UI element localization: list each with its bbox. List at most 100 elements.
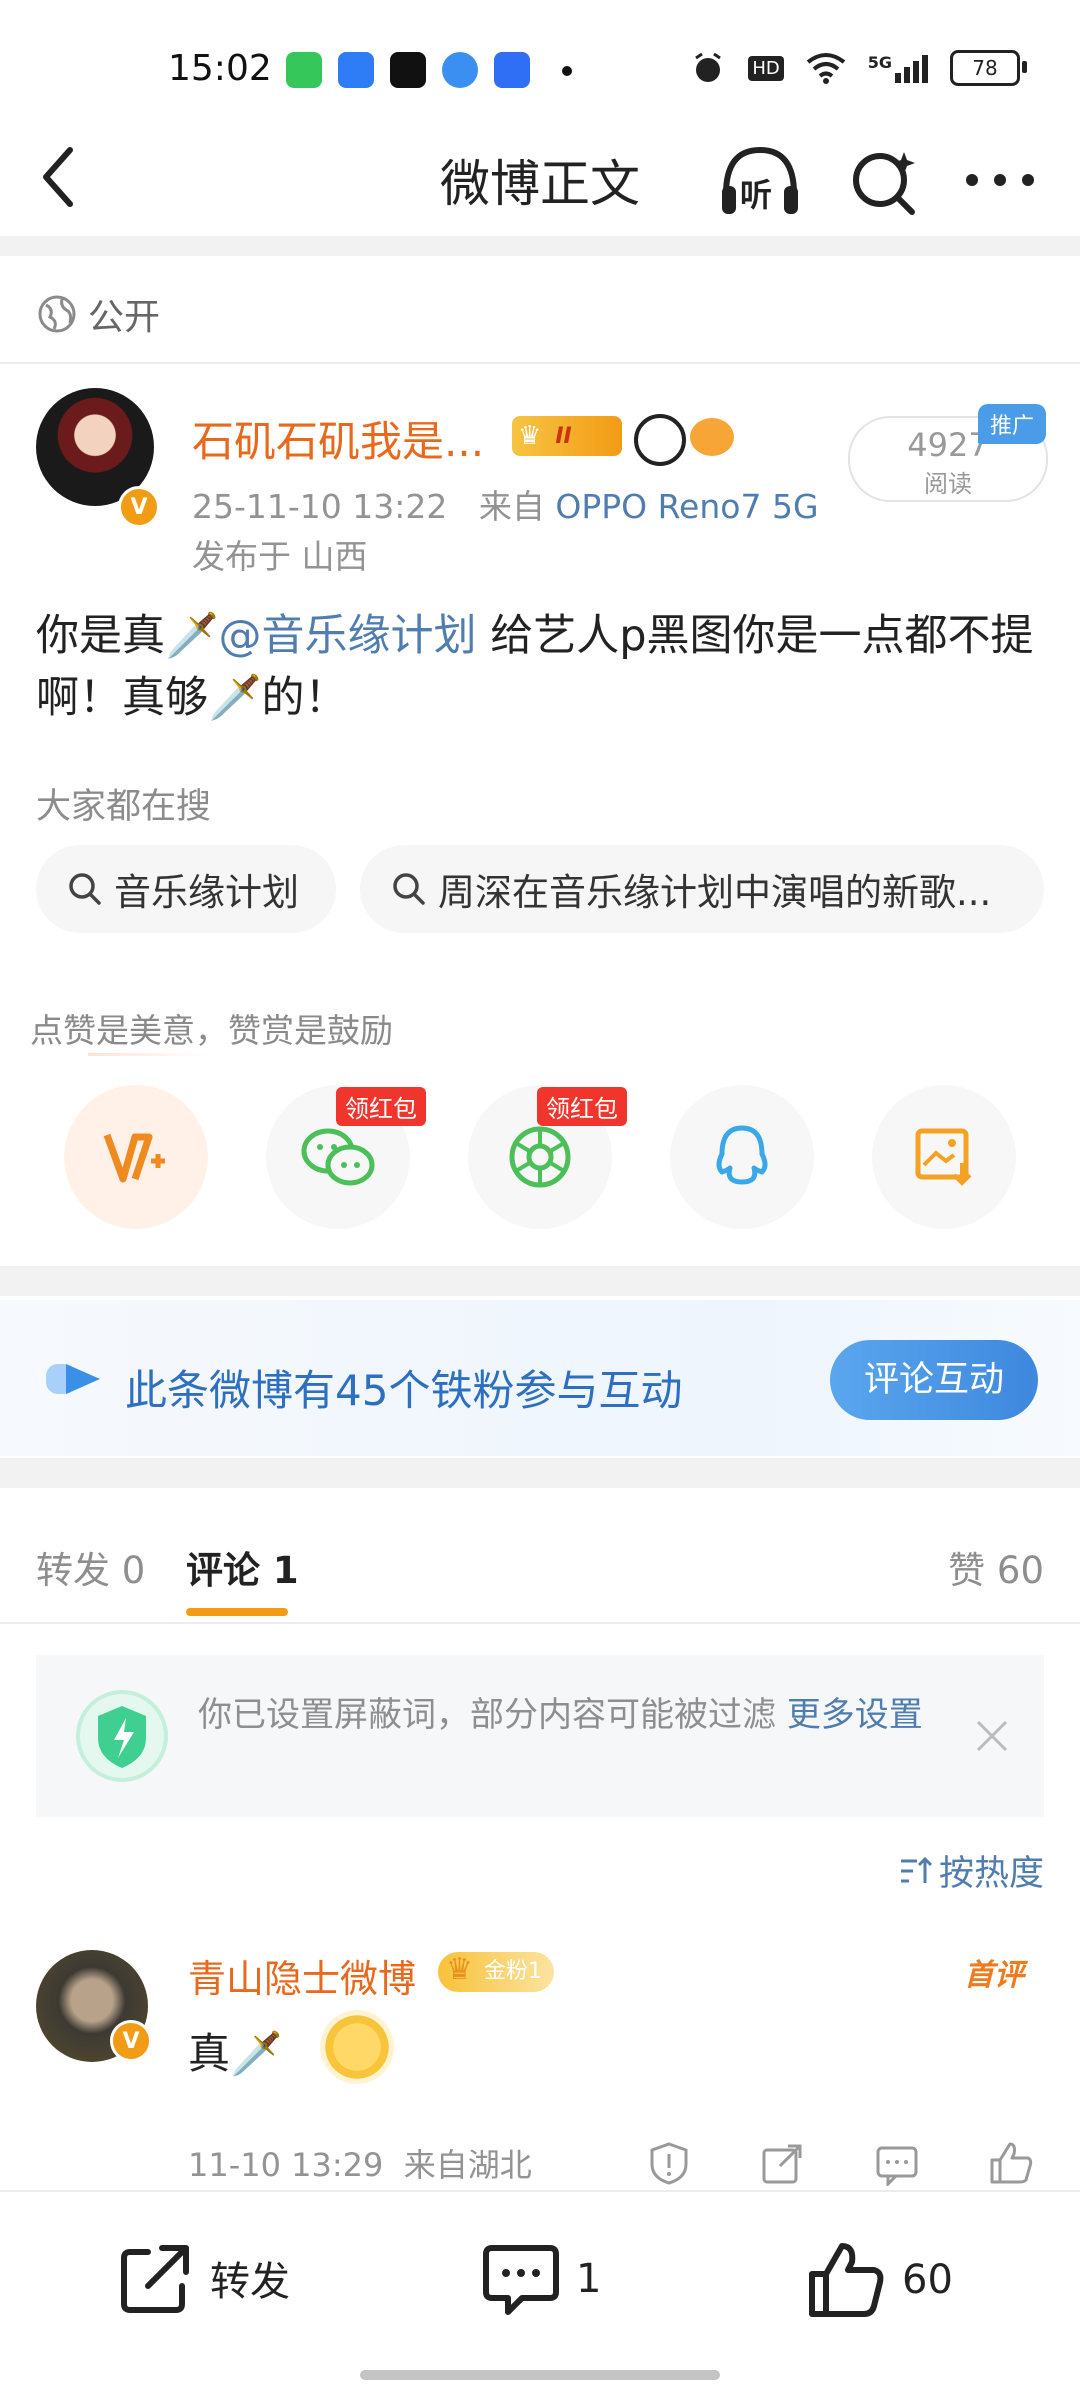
device-name[interactable]: OPPO Reno7 5G: [555, 487, 818, 526]
search-icon: [393, 873, 425, 905]
panda-badge-icon: [634, 414, 686, 466]
weibo-reward-icon: [103, 1133, 165, 1183]
globe-icon: [38, 295, 76, 333]
crown-icon: ♛: [446, 1952, 473, 1987]
author-name-text: 石矶石矶我是...: [192, 417, 485, 466]
divider: [0, 236, 1080, 256]
mention-link[interactable]: @音乐缘计划: [219, 611, 477, 661]
more-options-icon[interactable]: [964, 172, 1036, 188]
repost-button[interactable]: 转发: [118, 2240, 290, 2316]
tip-underline: [88, 1053, 208, 1056]
divider: [0, 1622, 1080, 1624]
active-tab-indicator: [186, 1608, 288, 1616]
divider: [0, 1266, 1080, 1296]
trending-search-title: 大家都在搜: [36, 787, 212, 827]
fan-level-text: 金粉1: [484, 1959, 542, 1984]
comment-location: 来自湖北: [403, 2146, 532, 2184]
comment-icon: [483, 2245, 559, 2315]
report-icon[interactable]: [646, 2140, 692, 2186]
red-packet-tag: 领红包: [537, 1087, 627, 1126]
like-icon: [809, 2243, 884, 2317]
share-qq-button[interactable]: [670, 1085, 814, 1229]
divider: [0, 1458, 1080, 1488]
fan-level-badge: ♛ 金粉1: [438, 1952, 554, 1992]
vip-level-badge: ♛ II: [512, 416, 622, 456]
sort-label: 按热度: [938, 1854, 1044, 1894]
repost-label: 转发: [210, 2259, 290, 2305]
search-icon[interactable]: [846, 142, 922, 218]
post-date: 25-11-10 13:22: [192, 487, 448, 526]
first-comment-tag: 首评: [964, 1958, 1024, 1993]
repost-icon: [121, 2245, 189, 2313]
more-settings-link[interactable]: 更多设置: [787, 1695, 923, 1735]
comment-button[interactable]: 1: [482, 2240, 601, 2318]
close-icon[interactable]: [974, 1718, 1010, 1754]
post-text-part: 你是真🗡️: [36, 611, 219, 661]
network-type: 5G: [867, 53, 892, 72]
sort-icon: [900, 1856, 933, 1883]
search-chip-label: 音乐缘计划: [114, 871, 299, 914]
reward-button[interactable]: [64, 1085, 208, 1229]
filter-notice-text: 你已设置屏蔽词，部分内容可能被过滤 更多设置: [198, 1690, 958, 1740]
save-image-icon: [915, 1128, 972, 1186]
save-image-button[interactable]: [872, 1085, 1016, 1229]
battery-level: 78: [972, 56, 998, 80]
divider: [0, 362, 1080, 364]
listen-label: 听: [740, 176, 773, 214]
baidu-app-icon: [494, 52, 530, 88]
comment-interact-button[interactable]: 评论互动: [830, 1340, 1038, 1420]
sort-by-hot-button[interactable]: 按热度: [897, 1845, 1044, 1896]
filter-notice-message: 你已设置屏蔽词，部分内容可能被过滤: [198, 1695, 776, 1735]
hd-indicator: HD: [748, 55, 784, 81]
alarm-icon: [695, 52, 722, 82]
post-content: 你是真🗡️@音乐缘计划 给艺人p黑图你是一点都不提啊！真够🗡️的！: [36, 605, 1046, 729]
blue-app-icon: [338, 52, 374, 88]
search-chip-label: 周深在音乐缘计划中演唱的新歌...: [438, 871, 992, 914]
home-indicator: [360, 2370, 720, 2380]
signal-icon: 5G: [868, 53, 928, 83]
listen-button[interactable]: 听: [718, 142, 802, 220]
shield-icon: [76, 1690, 168, 1782]
commenter-name[interactable]: 青山隐士微博: [188, 1948, 416, 2003]
search-chip[interactable]: 音乐缘计划: [36, 845, 336, 933]
share-comment-icon[interactable]: [760, 2142, 804, 2186]
tab-comments[interactable]: 评论 1: [186, 1540, 299, 1594]
iqiyi-app-icon: [286, 52, 322, 88]
reward-tip: 点赞是美意，赞赏是鼓励: [30, 1011, 393, 1050]
qq-icon: [716, 1125, 768, 1185]
visibility-row: 公开: [36, 288, 160, 340]
like-count: 60: [902, 2257, 953, 2303]
navigation-bar: 微博正文 听: [0, 120, 1080, 235]
red-packet-tag: 领红包: [336, 1087, 426, 1126]
source-prefix: 来自: [478, 487, 545, 526]
like-button[interactable]: 60: [806, 2240, 953, 2320]
reply-icon[interactable]: [874, 2142, 920, 2186]
fan-play-icon: [46, 1364, 100, 1394]
comment-count: 1: [576, 2256, 602, 2302]
tab-repost[interactable]: 转发 0: [36, 1540, 145, 1594]
more-notifications-dot: [562, 66, 572, 76]
author-name[interactable]: 石矶石矶我是...: [192, 408, 484, 469]
status-bar: 15:02 HD 5G 78: [0, 0, 1080, 120]
browser-app-icon: [442, 52, 478, 88]
post-meta: 25-11-10 13:22 来自 OPPO Reno7 5G: [192, 480, 819, 528]
comment-meta: 11-10 13:29 来自湖北: [188, 2140, 532, 2186]
read-label: 阅读: [924, 470, 972, 498]
vip-level-text: II: [555, 423, 572, 449]
verified-badge-icon: V: [118, 486, 160, 528]
status-time: 15:02: [168, 48, 272, 89]
fish-badge-icon: [690, 418, 734, 456]
promo-tag: 推广: [978, 404, 1047, 444]
crown-icon: ♛: [518, 421, 542, 451]
capcut-app-icon: [390, 52, 426, 88]
search-chip[interactable]: 周深在音乐缘计划中演唱的新歌...: [360, 845, 1044, 933]
post-location: 发布于 山西: [192, 537, 368, 576]
search-icon: [69, 873, 101, 905]
tab-likes[interactable]: 赞 60: [948, 1540, 1044, 1594]
verified-badge-icon: V: [110, 2020, 152, 2062]
fan-interaction-text: 此条微博有45个铁粉参与互动: [125, 1366, 683, 1415]
battery-icon: 78: [950, 50, 1027, 86]
comment-like-icon[interactable]: [988, 2140, 1034, 2186]
wifi-icon: [806, 53, 845, 84]
gold-coin-sticker: [320, 2010, 394, 2084]
